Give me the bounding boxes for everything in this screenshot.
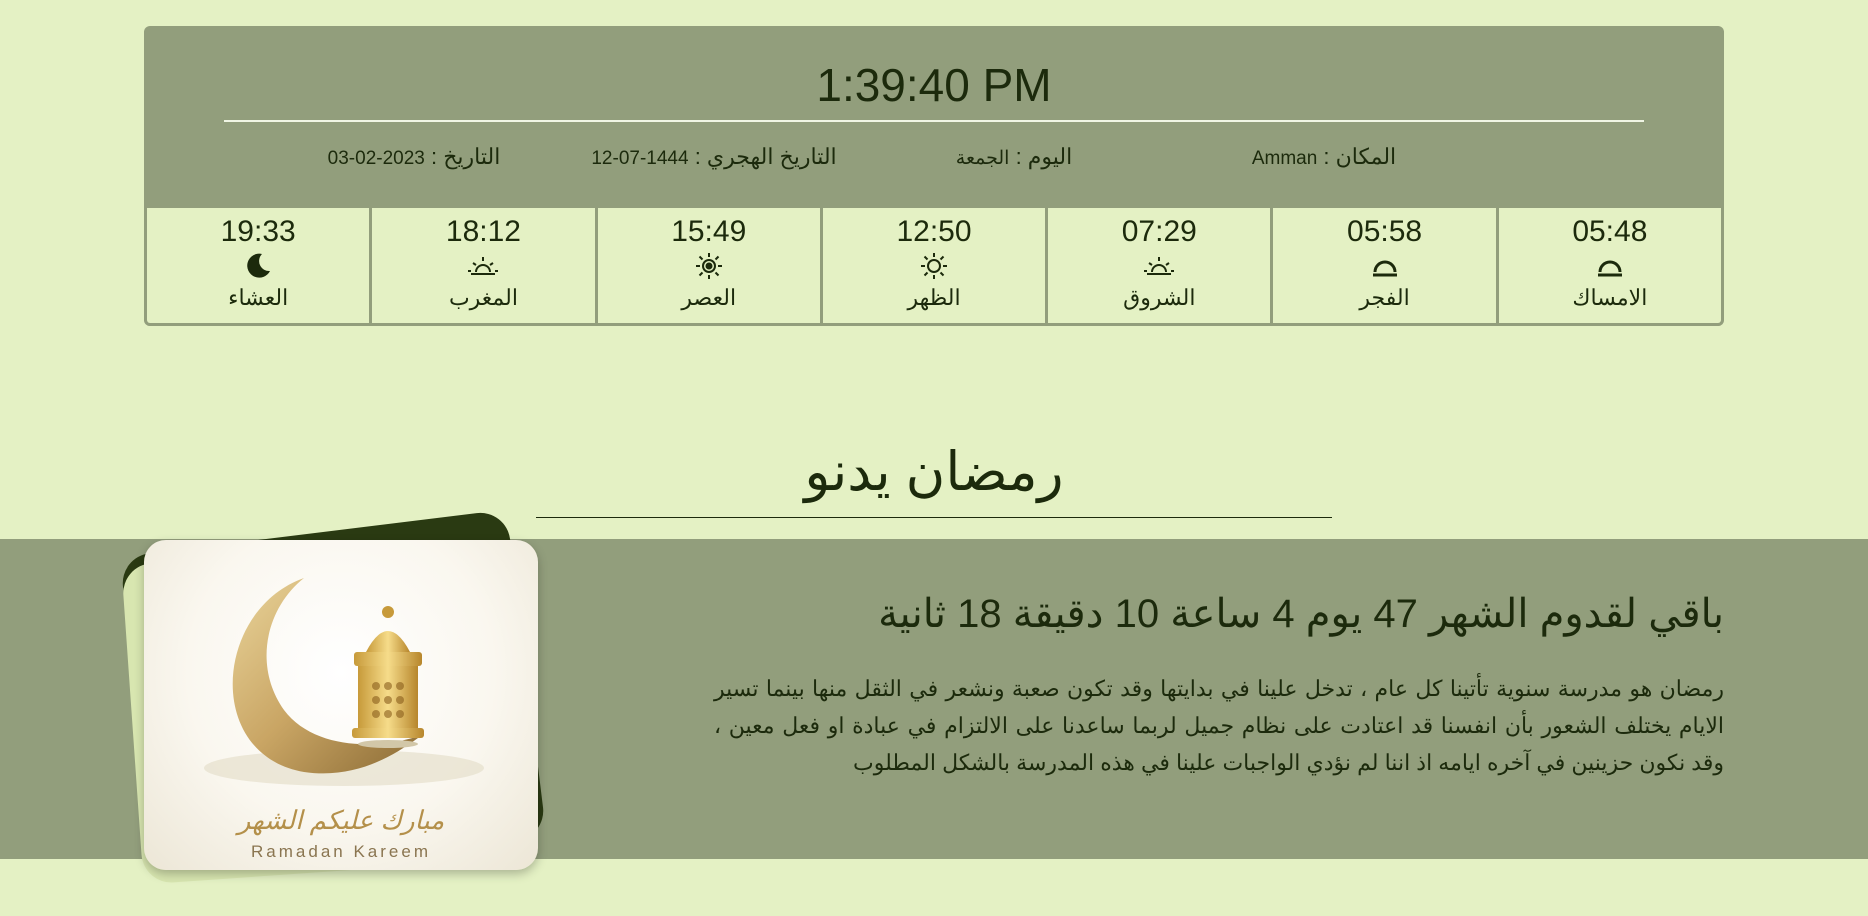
image-caption: Ramadan Kareem bbox=[251, 842, 431, 861]
hijri-info: التاريخ الهجري : 1444-07-12 bbox=[554, 144, 874, 170]
prayer-time: 18:12 bbox=[445, 215, 521, 248]
prayer-name: العشاء bbox=[228, 285, 289, 310]
prayer-slot-isha: 19:33 العشاء bbox=[147, 208, 369, 323]
date-info: التاريخ : 2023-02-03 bbox=[264, 144, 564, 170]
prayer-time: 07:29 bbox=[1121, 215, 1197, 248]
prayer-name: الامساك bbox=[1572, 285, 1648, 310]
ramadan-image: مبارك عليكم الشهر Ramadan Kareem bbox=[144, 540, 538, 870]
greeting-calligraphy: مبارك عليكم الشهر bbox=[237, 805, 445, 835]
prayer-name: المغرب bbox=[448, 285, 518, 310]
prayer-name: العصر bbox=[681, 285, 737, 310]
prayer-slot-asr: 15:49 العصر bbox=[594, 208, 820, 323]
ramadan-description: رمضان هو مدرسة سنوية تأتينا كل عام ، تدخ… bbox=[714, 676, 1724, 775]
hijri-value: 1444-07-12 bbox=[591, 148, 689, 169]
prayer-times-row: 05:48 الامساك 05:58 الفجر 07:29 الشروق 1… bbox=[144, 208, 1724, 326]
sunrise-icon bbox=[1143, 250, 1175, 282]
prayer-time: 19:33 bbox=[220, 215, 296, 248]
info-row: المكان : Amman اليوم : الجمعة التاريخ ال… bbox=[144, 144, 1724, 184]
prayer-slot-fajr: 05:58 الفجر bbox=[1270, 208, 1495, 323]
sun-icon bbox=[918, 250, 950, 282]
location-info: المكان : Amman bbox=[1174, 144, 1474, 170]
prayer-time: 05:58 bbox=[1347, 215, 1423, 248]
day-value: الجمعة bbox=[955, 148, 1010, 169]
clock-divider bbox=[224, 120, 1644, 122]
ramadan-countdown: باقي لقدوم الشهر 47 يوم 4 ساعة 10 دقيقة … bbox=[878, 592, 1724, 636]
horizon-arc-icon bbox=[1369, 250, 1401, 282]
location-value: Amman bbox=[1251, 148, 1318, 169]
current-time: 1:39:40 PM bbox=[816, 59, 1052, 111]
prayer-slot-imsak: 05:48 الامساك bbox=[1495, 208, 1721, 323]
date-value: 2023-02-03 bbox=[327, 148, 425, 169]
sun-filled-icon bbox=[693, 250, 725, 282]
title-divider bbox=[536, 517, 1332, 518]
location-label: المكان : bbox=[1323, 144, 1397, 169]
prayer-name: الشروق bbox=[1123, 285, 1196, 310]
prayer-slot-maghrib: 18:12 المغرب bbox=[369, 208, 594, 323]
prayer-name: الفجر bbox=[1359, 285, 1410, 310]
date-label: التاريخ : bbox=[431, 144, 501, 169]
prayer-name: الظهر bbox=[907, 285, 961, 310]
prayer-time: 05:48 bbox=[1572, 215, 1648, 248]
horizon-arc-icon bbox=[1594, 250, 1626, 282]
prayer-time: 12:50 bbox=[896, 215, 972, 248]
sunset-icon bbox=[467, 250, 499, 282]
prayer-slot-dhuhr: 12:50 الظهر bbox=[819, 208, 1045, 323]
ramadan-title: رمضان يدنو bbox=[804, 442, 1064, 502]
prayer-times-card: 1:39:40 PM المكان : Amman اليوم : الجمعة… bbox=[144, 26, 1724, 326]
day-info: اليوم : الجمعة bbox=[864, 144, 1164, 170]
hijri-label: التاريخ الهجري : bbox=[694, 144, 837, 169]
day-label: اليوم : bbox=[1015, 144, 1073, 169]
moon-icon bbox=[242, 250, 274, 282]
prayer-slot-shurooq: 07:29 الشروق bbox=[1045, 208, 1270, 323]
prayer-time: 15:49 bbox=[671, 215, 747, 248]
